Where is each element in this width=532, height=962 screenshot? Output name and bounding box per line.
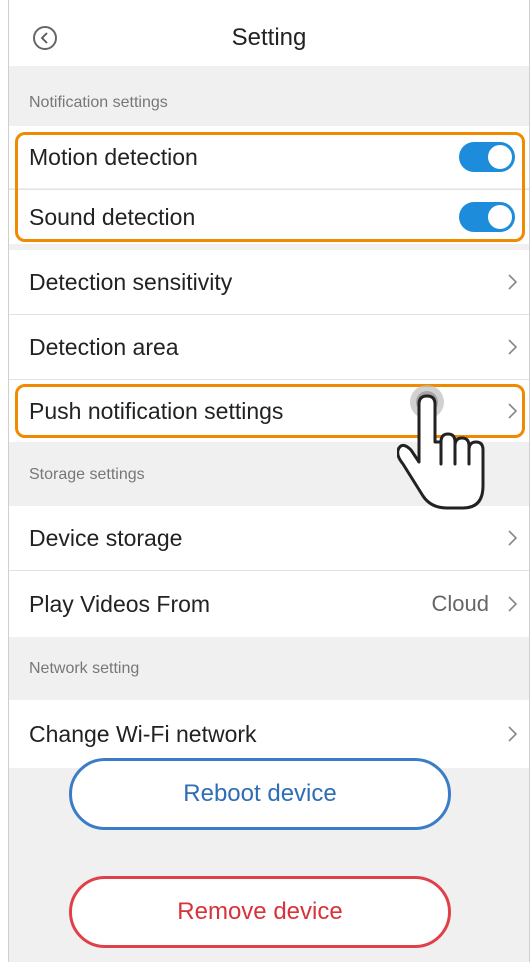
page-title: Setting [231,24,307,51]
chevron-right-icon [508,530,518,546]
header-bar: Setting [9,0,529,66]
section-label-notification: Notification settings [29,94,168,111]
row-detection-sensitivity[interactable]: Detection sensitivity [9,250,529,314]
reboot-device-button[interactable]: Reboot device [69,758,451,830]
section-label-network: Network setting [29,660,140,677]
row-detection-area[interactable]: Detection area [9,315,529,379]
detection-sensitivity-label: Detection sensitivity [29,268,233,295]
detection-area-label: Detection area [29,333,179,360]
remove-device-button[interactable]: Remove device [69,876,451,948]
chevron-right-icon [508,274,518,290]
section-label-storage: Storage settings [29,466,145,483]
highlight-box-detection-toggles [15,132,525,242]
chevron-right-icon [508,339,518,355]
settings-screen: Setting Notification settings Motion det… [8,0,530,962]
play-videos-from-value: Cloud [431,591,489,616]
play-videos-from-label: Play Videos From [29,590,211,617]
chevron-right-icon [508,726,518,742]
device-storage-label: Device storage [29,524,183,551]
chevron-right-icon [508,596,518,612]
change-wifi-label: Change Wi-Fi network [29,720,257,747]
row-play-videos-from[interactable]: Play Videos From Cloud [9,571,529,637]
pointing-hand-cursor-icon [397,385,485,510]
